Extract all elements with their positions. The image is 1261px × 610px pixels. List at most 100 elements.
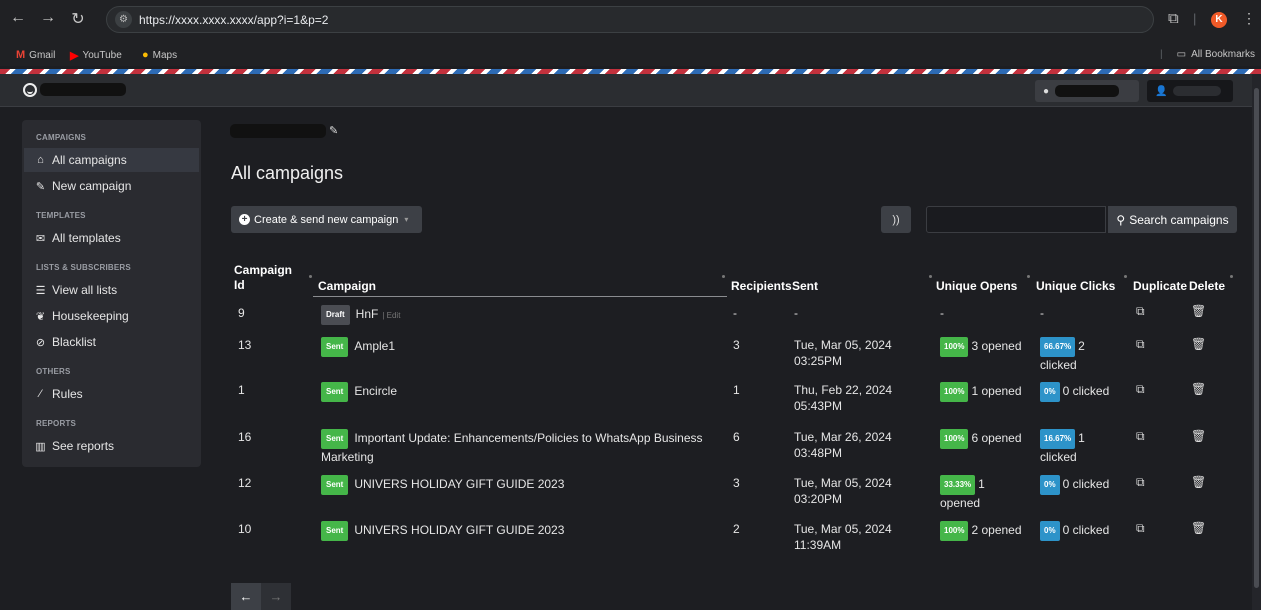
duplicate-icon[interactable]: ⧉ (1136, 475, 1145, 490)
sidebar-item-all-templates[interactable]: ✉ All templates (24, 226, 199, 250)
campaign-name-link[interactable]: UNIVERS HOLIDAY GIFT GUIDE 2023 (354, 523, 564, 537)
bookmark-maps[interactable]: ● Maps (142, 49, 177, 61)
cell-sent: Tue, Mar 05, 2024 03:25PM (794, 338, 892, 368)
sidebar: CAMPAIGNS ⌂ All campaigns ✎ New campaign… (22, 120, 201, 467)
sidebar-item-view-all-lists[interactable]: ☰ View all lists (24, 278, 199, 302)
url-text[interactable]: https://xxxx.xxxx.xxxx/app?i=1&p=2 (139, 13, 328, 27)
duplicate-icon[interactable]: ⧉ (1136, 429, 1145, 444)
bookmarks-divider: | (1160, 49, 1163, 60)
scrollbar-thumb[interactable] (1254, 88, 1259, 588)
duplicate-icon[interactable]: ⧉ (1136, 521, 1145, 536)
rss-button[interactable]: )) (881, 206, 911, 233)
click-rate-badge: 0% (1040, 475, 1060, 495)
prev-page-button[interactable]: ← (231, 583, 261, 610)
trash-icon[interactable]: 🗑 (1191, 337, 1206, 351)
edit-icon: ✎ (35, 180, 46, 193)
search-input[interactable] (926, 206, 1106, 233)
click-rate-badge: 66.67% (1040, 337, 1076, 357)
site-info-icon[interactable]: ⚙ (115, 11, 132, 28)
home-icon: ⌂ (37, 154, 44, 166)
cell-sent: Tue, Mar 05, 2024 03:20PM (794, 476, 892, 506)
cell-campaign-id: 9 (238, 306, 245, 320)
extensions-icon[interactable]: ⧉ (1168, 10, 1179, 27)
globe-icon: ● (1043, 85, 1050, 97)
sidebar-item-rules[interactable]: ⁄ Rules (24, 382, 199, 406)
trash-icon[interactable]: 🗑 (1191, 521, 1206, 535)
trash-icon[interactable]: 🗑 (1191, 429, 1206, 443)
reload-icon[interactable]: ↻ (70, 9, 86, 29)
app-logo-icon[interactable] (23, 83, 37, 97)
maps-pin-icon: ● (142, 49, 149, 61)
campaign-name-continuation[interactable]: Marketing (321, 449, 721, 465)
browser-toolbar: ← → ↻ ⚙ https://xxxx.xxxx.xxxx/app?i=1&p… (0, 0, 1261, 46)
header-unique-opens[interactable]: Unique Opens (936, 279, 1017, 293)
page-scrollbar[interactable] (1252, 74, 1261, 610)
menu-icon[interactable]: ⋮ (1242, 10, 1256, 27)
trash-icon[interactable]: 🗑 (1191, 304, 1206, 318)
cell-unique-opens: 33.33% 1 opened (940, 475, 985, 510)
pencil-icon[interactable]: ✎ (329, 124, 338, 137)
app-header: ● 👤 (0, 74, 1252, 107)
cell-unique-opens: 100% 3 opened (940, 337, 1022, 357)
search-campaigns-button[interactable]: ⚲ Search campaigns (1108, 206, 1237, 233)
cell-sent: - (794, 306, 798, 320)
cell-unique-opens: 100% 1 opened (940, 382, 1022, 402)
status-badge: Sent (321, 382, 349, 402)
bookmark-youtube[interactable]: ▶ YouTube (70, 49, 122, 62)
trash-icon[interactable]: 🗑 (1191, 382, 1206, 396)
create-campaign-button[interactable]: + Create & send new campaign ▾ (231, 206, 422, 233)
search-icon: ⚲ (1116, 212, 1126, 227)
duplicate-icon[interactable]: ⧉ (1136, 337, 1145, 352)
page-title: All campaigns (231, 163, 344, 183)
edit-link[interactable]: | Edit (382, 311, 400, 320)
cell-recipients: 2 (733, 522, 740, 536)
profile-avatar[interactable]: K (1211, 12, 1227, 28)
open-rate-badge: 100% (940, 382, 969, 402)
header-sent[interactable]: Sent (792, 279, 818, 293)
user-menu-button[interactable]: 👤 (1147, 80, 1233, 102)
sidebar-item-see-reports[interactable]: ▥ See reports (24, 434, 199, 458)
header-delete: Delete (1189, 279, 1226, 293)
sidebar-item-blacklist[interactable]: ⊘ Blacklist (24, 330, 199, 354)
campaign-name-link[interactable]: UNIVERS HOLIDAY GIFT GUIDE 2023 (354, 477, 564, 491)
cell-recipients: 1 (733, 383, 740, 397)
bookmark-gmail[interactable]: M Gmail (16, 49, 55, 61)
sort-indicator (309, 275, 312, 278)
campaign-name-link[interactable]: Ample1 (354, 339, 395, 353)
redacted-username (1173, 86, 1222, 96)
cell-recipients: - (733, 306, 737, 320)
cell-recipients: 3 (733, 476, 740, 490)
header-campaign[interactable]: Campaign (318, 279, 376, 293)
next-page-button[interactable]: → (261, 583, 291, 610)
campaign-name-link[interactable]: Encircle (354, 384, 397, 398)
header-unique-clicks[interactable]: Unique Clicks (1036, 279, 1115, 293)
cell-unique-opens: 100% 6 opened (940, 429, 1022, 449)
sidebar-item-new-campaign[interactable]: ✎ New campaign (24, 174, 199, 198)
bar-chart-icon: ▥ (35, 440, 46, 453)
duplicate-icon[interactable]: ⧉ (1136, 382, 1145, 397)
header-recipients[interactable]: Recipients (731, 279, 792, 293)
folder-icon: ▭ (1176, 49, 1187, 60)
trash-icon[interactable]: 🗑 (1191, 475, 1206, 489)
sidebar-heading-lists: LISTS & SUBSCRIBERS (36, 263, 131, 272)
cell-sent: Tue, Mar 26, 2024 03:48PM (794, 430, 892, 460)
sidebar-heading-campaigns: CAMPAIGNS (36, 133, 87, 142)
sort-indicator (722, 275, 725, 278)
sidebar-item-all-campaigns[interactable]: ⌂ All campaigns (24, 148, 199, 172)
sort-indicator (929, 275, 932, 278)
cell-sent: Thu, Feb 22, 2024 05:43PM (794, 383, 893, 413)
forward-icon[interactable]: → (40, 9, 56, 29)
campaign-name-link[interactable]: HnF (356, 307, 379, 321)
all-bookmarks-button[interactable]: ▭ All Bookmarks (1177, 49, 1255, 60)
redacted-brand-title (230, 124, 326, 138)
sidebar-item-housekeeping[interactable]: ❦ Housekeeping (24, 304, 199, 328)
address-bar[interactable]: ⚙ https://xxxx.xxxx.xxxx/app?i=1&p=2 (106, 6, 1154, 33)
back-icon[interactable]: ← (10, 9, 26, 29)
cell-unique-clicks: 0% 0 clicked (1040, 382, 1109, 402)
leaf-icon: ❦ (35, 310, 46, 323)
duplicate-icon[interactable]: ⧉ (1136, 304, 1145, 319)
brand-switch-button[interactable]: ● (1035, 80, 1139, 102)
status-badge: Sent (321, 521, 349, 541)
campaign-name-link[interactable]: Important Update: Enhancements/Policies … (354, 431, 702, 445)
header-campaign-id[interactable]: Campaign Id (234, 263, 292, 293)
